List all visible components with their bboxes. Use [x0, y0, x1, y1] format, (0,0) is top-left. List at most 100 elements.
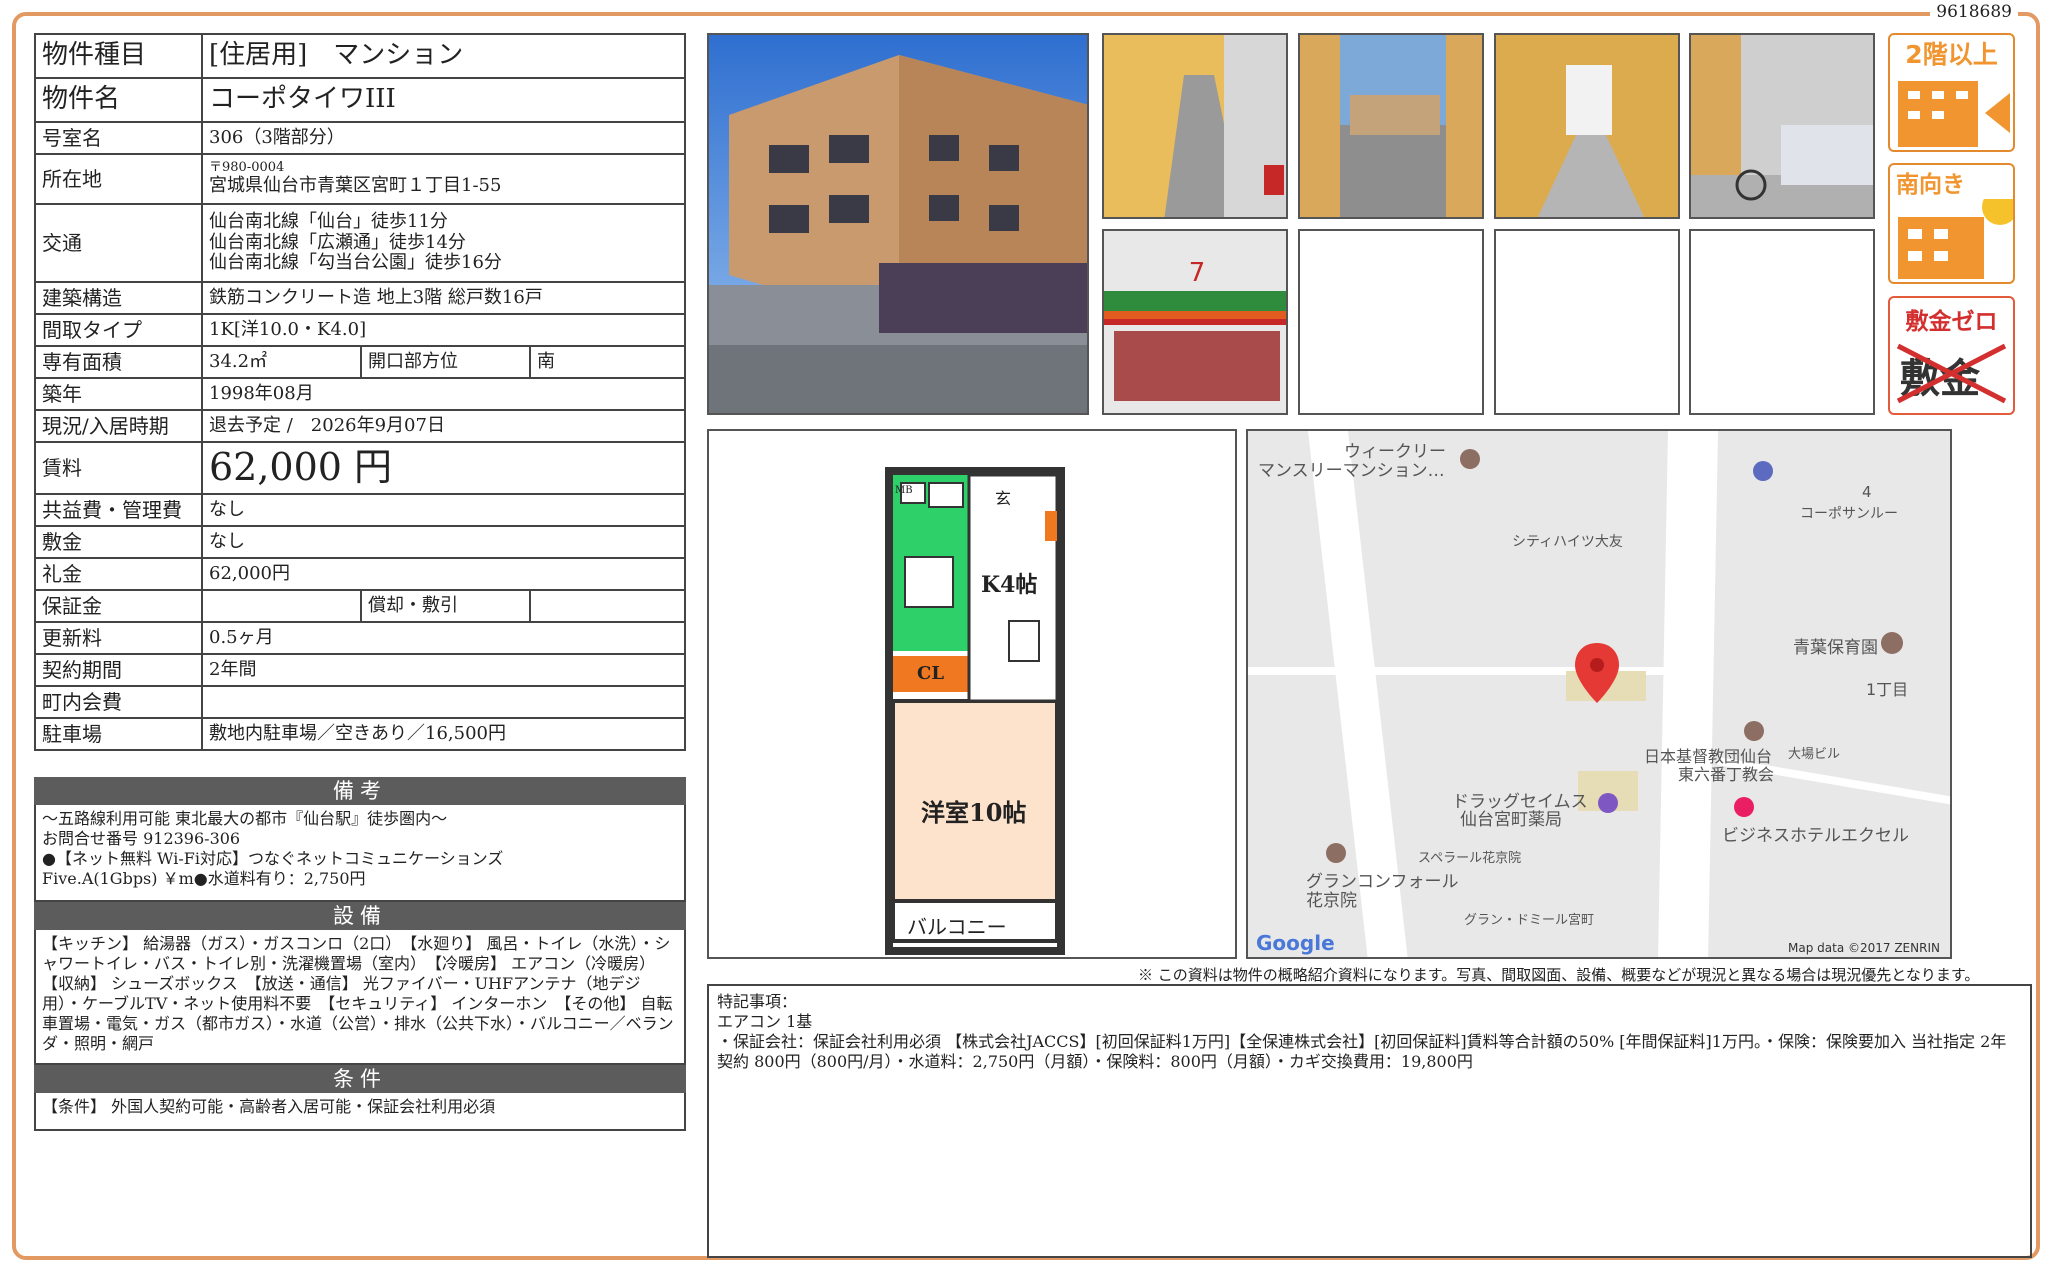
room-label: 洋室10帖 [921, 798, 1027, 827]
remarks-line: ・保証会社：保証会社利用必須 【株式会社JACCS】[初回保証料1万円]【全保連… [717, 1032, 2007, 1071]
row-common-fee: 共益費・管理費 なし [34, 493, 686, 527]
value: 敷地内駐車場／空きあり／16,500円 [201, 717, 686, 751]
biko-line: ●【ネット無料 Wi-Fi対応】つなぐネットコミュニケーションズ [42, 849, 504, 868]
row-contract: 契約期間 2年間 [34, 653, 686, 687]
value: 0.5ヶ月 [201, 621, 686, 655]
badge-zero-deposit: 敷金ゼロ 敷金 [1888, 296, 2015, 415]
map-label: ビジネスホテルエクセル [1722, 826, 1909, 846]
stairs-photo[interactable] [1494, 33, 1680, 219]
map-label: 大場ビル [1788, 747, 1841, 762]
section-header: 備考 [34, 777, 686, 805]
empty-photo-slot [1298, 229, 1484, 415]
genkan-label: 玄 [995, 489, 1012, 508]
biko-line: Five.A(1Gbps) ￥m●水道料有り：2,750円 [42, 869, 366, 888]
bicycle-parking-photo[interactable] [1689, 33, 1875, 219]
remarks-line: エアコン 1基 [717, 1012, 813, 1031]
row-parking: 駐車場 敷地内駐車場／空きあり／16,500円 [34, 717, 686, 751]
disclaimer-note: ※ この資料は物件の概略紹介資料になります。写真、間取図面、設備、概要などが現況… [1138, 966, 1980, 984]
sub-label: 償却・敷引 [360, 589, 531, 623]
floorplan-panel[interactable]: 玄 MB K4帖 CL 洋室10帖 バルコニー [707, 429, 1237, 959]
mb-label: MB [895, 485, 913, 496]
map-label: 仙台宮町薬局 [1460, 810, 1562, 830]
map-label: 東六番丁教会 [1678, 765, 1775, 784]
floorplan-drawing [885, 467, 1065, 955]
badge-south-facing: 南向き [1888, 163, 2015, 284]
access-line: 仙台南北線「仙台」徒歩11分 [209, 210, 448, 232]
section-header: 設備 [34, 902, 686, 930]
value: 〒980-0004 宮城県仙台市青葉区宮町１丁目1-55 [201, 153, 686, 205]
building-photo[interactable] [707, 33, 1089, 415]
label: 物件名 [34, 77, 203, 123]
map-label: マンスリーマンション… [1258, 461, 1445, 481]
section-body: ～五路線利用可能 東北最大の都市『仙台駅』徒歩圏内～ お問合せ番号 912396… [34, 805, 686, 902]
badge-text: 2階以上 [1905, 40, 1998, 69]
label: 駐車場 [34, 717, 203, 751]
property-info-table: 物件種目 [住居用] マンション 物件名 コーポタイワIII 号室名 306（3… [34, 33, 686, 751]
access-line: 仙台南北線「広瀬通」徒歩14分 [209, 231, 466, 253]
balcony-label: バルコニー [907, 915, 1007, 939]
map-label: 4 [1862, 483, 1872, 501]
label: 号室名 [34, 121, 203, 155]
value: コーポタイワIII [201, 77, 686, 123]
row-rent: 賃料 62,000 円 [34, 441, 686, 495]
label: 町内会費 [34, 685, 203, 719]
value: 34.2㎡ [201, 345, 362, 379]
value [201, 589, 362, 623]
value: 1998年08月 [201, 377, 686, 411]
kitchen-label: K4帖 [981, 572, 1038, 598]
badge-second-floor: 2階以上 [1888, 33, 2015, 152]
google-logo: Google [1256, 931, 1335, 955]
label: 現況/入居時期 [34, 409, 203, 443]
row-layout: 間取タイプ 1K[洋10.0・K4.0] [34, 313, 686, 347]
row-renewal: 更新料 0.5ヶ月 [34, 621, 686, 655]
label: 更新料 [34, 621, 203, 655]
row-deposit: 敷金 なし [34, 525, 686, 559]
value: 306（3階部分） [201, 121, 686, 155]
map-label: スペラール花京院 [1418, 851, 1522, 866]
section-body: 【キッチン】 給湯器（ガス）・ガスコンロ（2口） 【水廻り】 風呂・トイレ（水洗… [34, 930, 686, 1065]
svg-text:7: 7 [1189, 258, 1206, 288]
row-key-money: 礼金 62,000円 [34, 557, 686, 591]
label: 礼金 [34, 557, 203, 591]
row-area: 専有面積 34.2㎡ 開口部方位 南 [34, 345, 686, 379]
closet-label: CL [917, 663, 944, 684]
map-label: コーポサンルー [1800, 506, 1898, 522]
value: なし [201, 493, 686, 527]
row-access: 交通 仙台南北線「仙台」徒歩11分 仙台南北線「広瀬通」徒歩14分 仙台南北線「… [34, 203, 686, 283]
label: 専有面積 [34, 345, 203, 379]
label: 保証金 [34, 589, 203, 623]
row-built: 築年 1998年08月 [34, 377, 686, 411]
value: 仙台南北線「仙台」徒歩11分 仙台南北線「広瀬通」徒歩14分 仙台南北線「勾当台… [201, 203, 686, 283]
address: 宮城県仙台市青葉区宮町１丁目1-55 [209, 175, 502, 197]
map-label: グラン・ドミール宮町 [1464, 913, 1595, 928]
label: 建築構造 [34, 281, 203, 315]
biko-line: お問合せ番号 912396-306 [42, 829, 241, 848]
value: 62,000円 [201, 557, 686, 591]
balcony-view-photo[interactable] [1298, 33, 1484, 219]
value: なし [201, 525, 686, 559]
section-header: 条件 [34, 1065, 686, 1093]
sub-value [529, 589, 686, 623]
map-credit: Map data ©2017 ZENRIN [1788, 941, 1940, 955]
row-type: 物件種目 [住居用] マンション [34, 33, 686, 79]
setsubi-section: 設備 【キッチン】 給湯器（ガス）・ガスコンロ（2口） 【水廻り】 風呂・トイレ… [34, 902, 686, 1065]
section-body: 【条件】 外国人契約可能・高齢者入居可能・保証会社利用必須 [34, 1093, 686, 1131]
label: 契約期間 [34, 653, 203, 687]
map-label: 花京院 [1306, 891, 1357, 911]
corridor-photo[interactable] [1102, 33, 1288, 219]
label: 敷金 [34, 525, 203, 559]
label: 共益費・管理費 [34, 493, 203, 527]
value [201, 685, 686, 719]
label: 築年 [34, 377, 203, 411]
convenience-store-photo[interactable]: 7 [1102, 229, 1288, 415]
row-address: 所在地 〒980-0004 宮城県仙台市青葉区宮町１丁目1-55 [34, 153, 686, 205]
sun-house-icon [1898, 189, 2013, 279]
joken-section: 条件 【条件】 外国人契約可能・高齢者入居可能・保証会社利用必須 [34, 1065, 686, 1131]
label: 所在地 [34, 153, 203, 205]
map-panel[interactable]: ウィークリー マンスリーマンション… 4 コーポサンルー シティハイツ大友 青葉… [1246, 429, 1952, 959]
row-room: 号室名 306（3階部分） [34, 121, 686, 155]
value: 退去予定 / 2026年9月07日 [201, 409, 686, 443]
row-structure: 建築構造 鉄筋コンクリート造 地上3階 総戸数16戸 [34, 281, 686, 315]
sub-label: 開口部方位 [360, 345, 531, 379]
map-label: シティハイツ大友 [1512, 534, 1623, 550]
